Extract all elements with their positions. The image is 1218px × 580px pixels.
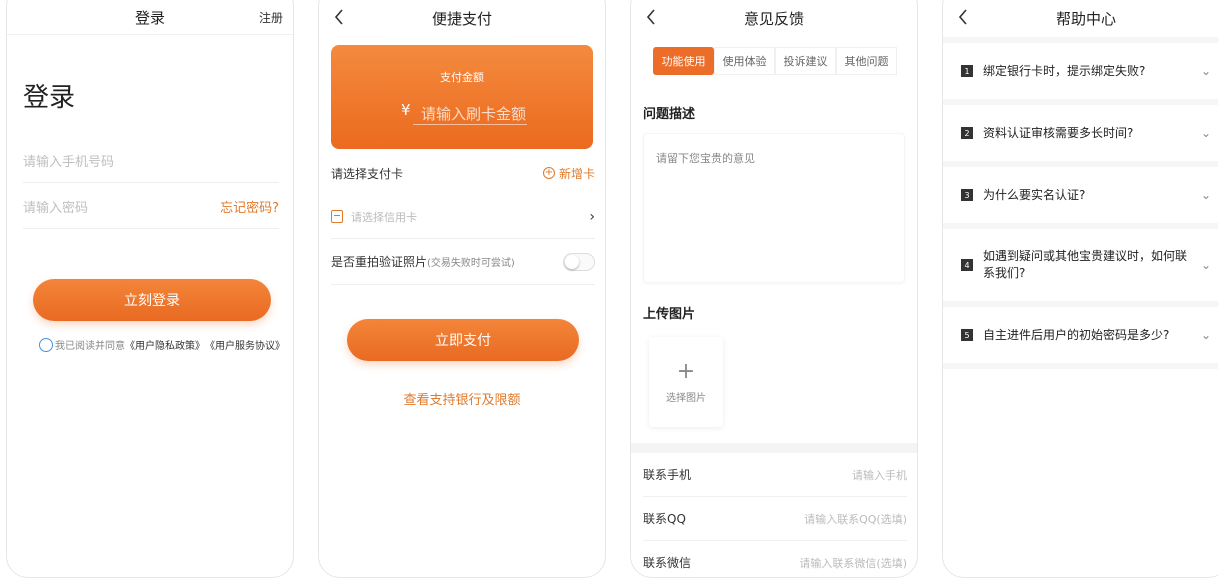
service-agreement-link[interactable]: 《用户服务协议》: [205, 337, 285, 352]
contact-label: 联系QQ: [643, 512, 686, 526]
amount-card: 支付金额 ¥ 请输入刷卡金额: [331, 45, 593, 149]
contact-phone-row[interactable]: 联系手机 请输入手机: [643, 453, 907, 497]
upload-title: 上传图片: [643, 307, 696, 322]
back-chevron-icon[interactable]: [951, 4, 975, 30]
retake-hint: (交易失败时可尝试): [427, 258, 515, 269]
contact-placeholder: 请输入手机: [852, 468, 907, 482]
plus-circle-icon: +: [542, 167, 555, 179]
faq-question: 资料认证审核需要多长时间?: [983, 125, 1134, 140]
contact-label: 联系手机: [643, 468, 692, 482]
faq-question: 为什么要实名认证?: [983, 187, 1086, 202]
faq-number-badge: 1: [961, 65, 973, 77]
header-title: 意见反馈: [743, 9, 804, 28]
select-card-label: 请选择支付卡: [331, 166, 404, 181]
faq-question: 自主进件后用户的初始密码是多少?: [983, 327, 1170, 342]
header-title: 帮助中心: [1055, 9, 1116, 28]
plus-icon: +: [676, 358, 696, 384]
chevron-down-icon: ⌄: [1200, 64, 1211, 78]
tab-complaint[interactable]: 投诉建议: [775, 47, 836, 75]
agreement-row: 我已阅读并同意 《用户隐私政策》 《用户服务协议》: [39, 337, 285, 352]
retake-toggle[interactable]: [563, 252, 595, 271]
agree-checkbox[interactable]: [39, 337, 53, 352]
category-tabs: 功能使用 使用体验 投诉建议 其他问题: [653, 47, 897, 75]
page-title: 登录: [23, 83, 76, 113]
password-field[interactable]: 请输入密码 忘记密码?: [23, 185, 279, 229]
phone-placeholder: 请输入手机号码: [23, 155, 115, 170]
tab-experience[interactable]: 使用体验: [714, 47, 775, 75]
contact-wechat-row[interactable]: 联系微信 请输入联系微信(选填): [643, 541, 907, 577]
password-placeholder: 请输入密码: [23, 201, 89, 216]
back-chevron-icon[interactable]: [639, 4, 663, 30]
forgot-password-link[interactable]: 忘记密码?: [220, 197, 279, 216]
contact-label: 联系微信: [643, 556, 692, 570]
view-banks-link[interactable]: 查看支持银行及限额: [319, 389, 605, 408]
feedback-screen: 意见反馈 功能使用 使用体验 投诉建议 其他问题 问题描述 请留下您宝贵的意见 …: [630, 0, 918, 578]
credit-card-placeholder: 请选择信用卡: [351, 210, 417, 224]
contact-placeholder: 请输入联系QQ(选填): [804, 512, 907, 526]
chevron-down-icon: ⌄: [1200, 328, 1211, 342]
privacy-policy-link[interactable]: 《用户隐私政策》: [125, 337, 205, 352]
credit-card-selector[interactable]: 请选择信用卡 ›: [331, 195, 595, 239]
login-button[interactable]: 立刻登录: [33, 279, 271, 321]
faq-number-badge: 5: [961, 329, 973, 341]
section-divider: [631, 443, 917, 453]
back-chevron-icon[interactable]: [327, 4, 351, 30]
quickpay-screen: 便捷支付 支付金额 ¥ 请输入刷卡金额 请选择支付卡 + 新增卡 请选择信用卡 …: [318, 0, 606, 578]
feedback-textarea[interactable]: 请留下您宝贵的意见: [643, 133, 905, 283]
phone-field[interactable]: 请输入手机号码: [23, 139, 279, 183]
faq-item[interactable]: 2 资料认证审核需要多长时间? ⌄: [943, 105, 1218, 167]
amount-label: 支付金额: [440, 71, 484, 84]
header-title: 登录: [134, 9, 165, 27]
pay-button[interactable]: 立即支付: [347, 319, 579, 361]
header-title: 便捷支付: [431, 9, 492, 28]
desc-title: 问题描述: [643, 107, 696, 122]
faq-number-badge: 3: [961, 189, 973, 201]
feedback-header: 意见反馈: [631, 1, 917, 35]
faq-number-badge: 4: [961, 259, 973, 271]
retake-label: 是否重拍验证照片: [331, 255, 428, 269]
card-icon: [331, 210, 343, 223]
add-card-button[interactable]: + 新增卡: [542, 165, 595, 182]
faq-item[interactable]: 1 绑定银行卡时，提示绑定失败? ⌄: [943, 43, 1218, 105]
chevron-down-icon: ⌄: [1200, 126, 1211, 140]
login-screen: 登录 注册 登录 请输入手机号码 请输入密码 忘记密码? 立刻登录 我已阅读并同…: [6, 0, 294, 578]
register-link[interactable]: 注册: [259, 9, 283, 26]
faq-item[interactable]: 5 自主进件后用户的初始密码是多少? ⌄: [943, 307, 1218, 369]
select-card-row: 请选择支付卡 + 新增卡: [331, 161, 595, 185]
help-header: 帮助中心: [943, 1, 1218, 35]
upload-label: 选择图片: [666, 392, 706, 404]
quickpay-header: 便捷支付: [319, 1, 605, 35]
faq-item[interactable]: 4 如遇到疑问或其他宝贵建议时，如何联系我们? ⌄: [943, 229, 1218, 307]
amount-placeholder: 请输入刷卡金额: [421, 105, 527, 123]
login-header: 登录 注册: [7, 1, 293, 35]
currency-symbol: ¥: [401, 101, 411, 119]
chevron-down-icon: ⌄: [1200, 188, 1211, 202]
contact-qq-row[interactable]: 联系QQ 请输入联系QQ(选填): [643, 497, 907, 541]
faq-question: 绑定银行卡时，提示绑定失败?: [983, 63, 1146, 78]
help-screen: 帮助中心 1 绑定银行卡时，提示绑定失败? ⌄ 2 资料认证审核需要多长时间? …: [942, 0, 1218, 578]
faq-item[interactable]: 3 为什么要实名认证? ⌄: [943, 167, 1218, 229]
faq-number-badge: 2: [961, 127, 973, 139]
retake-row: 是否重拍验证照片 (交易失败时可尝试): [331, 239, 595, 285]
chevron-down-icon: ⌄: [1200, 258, 1211, 272]
chevron-right-icon: ›: [589, 208, 595, 225]
tab-function[interactable]: 功能使用: [653, 47, 714, 75]
add-card-label: 新增卡: [558, 166, 595, 181]
agree-text: 我已阅读并同意: [55, 341, 125, 352]
contact-placeholder: 请输入联系微信(选填): [799, 556, 907, 570]
tab-other[interactable]: 其他问题: [836, 47, 897, 75]
feedback-placeholder: 请留下您宝贵的意见: [656, 152, 755, 165]
faq-question: 如遇到疑问或其他宝贵建议时，如何联系我们?: [983, 249, 1188, 280]
upload-image-button[interactable]: + 选择图片: [649, 337, 723, 427]
